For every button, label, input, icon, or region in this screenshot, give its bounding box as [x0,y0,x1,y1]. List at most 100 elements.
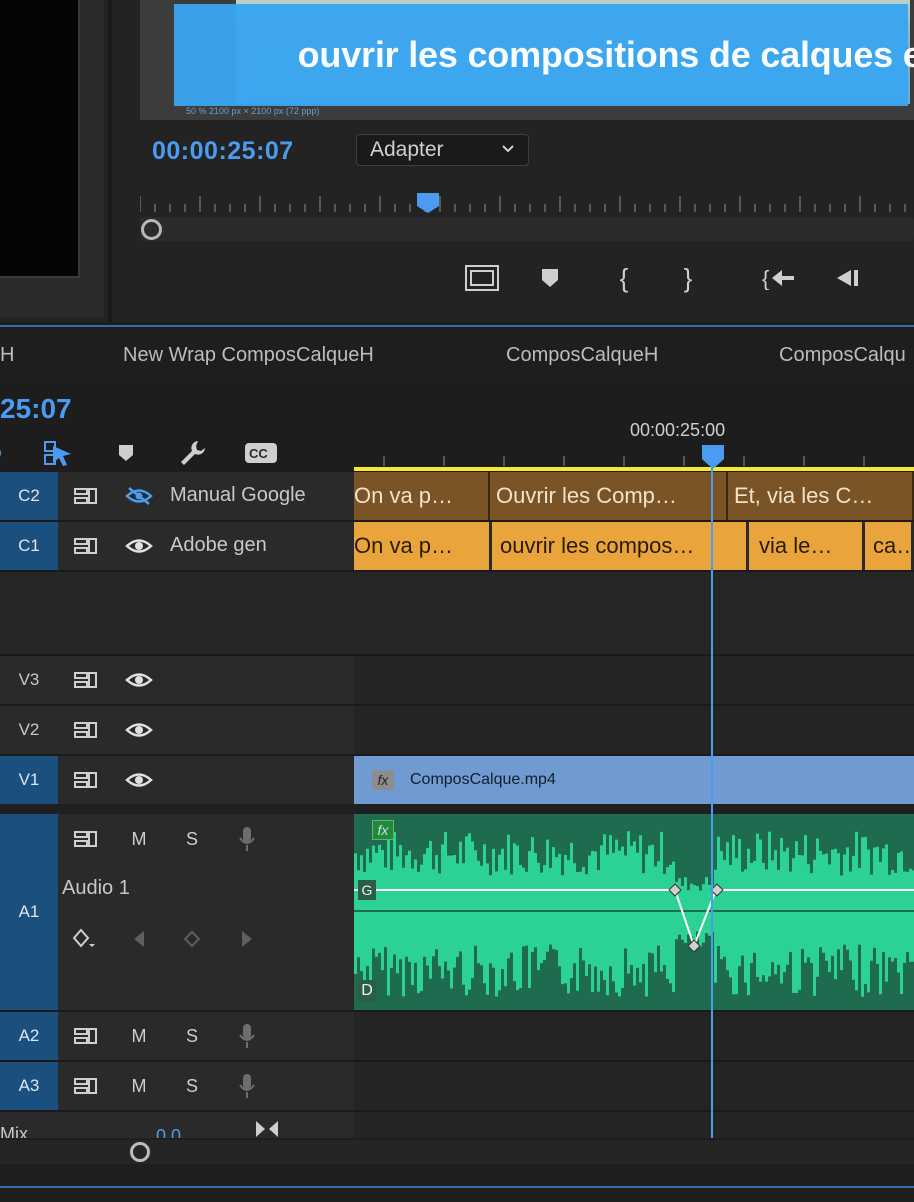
solo-button[interactable]: S [177,824,207,854]
add-keyframe-icon[interactable] [177,924,207,954]
timeline-playhead-line[interactable] [711,452,713,1140]
tab-new-wrap-composcalqueh[interactable]: New Wrap ComposCalqueH [123,344,374,367]
mute-button[interactable]: M [124,1021,154,1051]
linked-selection-button[interactable] [40,436,74,470]
eye-hidden-icon[interactable] [124,481,154,511]
tab-composcalqu[interactable]: ComposCalqu [779,344,906,367]
sync-lock-icon[interactable] [71,531,101,561]
track-lane-a3 [354,1062,914,1110]
monitor-time-ruler[interactable] [140,192,914,216]
mix-track-lane [354,1112,914,1140]
mute-button[interactable]: M [124,1071,154,1101]
caption-clip[interactable]: On va p… [354,522,492,570]
sync-lock-icon[interactable] [71,715,101,745]
program-timecode[interactable]: 00:00:25:07 [152,137,294,166]
timeline-scroll-handle[interactable] [130,1142,150,1162]
sync-lock-icon[interactable] [71,665,101,695]
sync-lock-icon[interactable] [71,481,101,511]
audio-clip[interactable]: fx G D [354,814,914,1010]
zoom-fit-value: Adapter [370,138,444,161]
track-header-a1: M S Audio 1 [58,814,354,1010]
caption-clip[interactable]: Ouvrir les Comp… [490,472,728,520]
monitor-zoom-scrollbar[interactable] [140,217,914,241]
snap-button[interactable] [0,436,18,470]
caption-clip-text: ca… [873,533,914,558]
track-name-a1[interactable]: Audio 1 [62,877,130,900]
sync-lock-icon[interactable] [71,1021,101,1051]
keyframe-options-icon[interactable] [70,924,100,954]
microphone-icon[interactable] [232,1021,262,1051]
eye-icon[interactable] [124,765,154,795]
fx-badge-icon[interactable]: fx [372,820,394,840]
caption-clip[interactable]: Et, via les C… [728,472,914,520]
timeline-timecode[interactable]: 25:07 [0,393,72,425]
caption-clip[interactable]: On va p… [354,472,490,520]
chevron-down-icon [502,145,514,153]
timeline-focus-border [0,325,914,327]
track-lane-c2: On va p… Ouvrir les Comp… Et, via les C… [354,472,914,520]
zoom-fit-dropdown[interactable]: Adapter [356,134,529,166]
caption-clip-text: On va p… [354,483,454,508]
caption-clip[interactable]: via le… [749,522,865,570]
add-timeline-marker-button[interactable] [109,436,143,470]
track-name-c2[interactable]: Manual Google [170,484,306,507]
safe-margins-button[interactable] [461,257,503,299]
microphone-icon[interactable] [232,1071,262,1101]
panel-divider[interactable] [108,0,112,322]
program-monitor: ouvrir les compositions de calques et 50… [0,0,914,322]
mix-collapse-icon[interactable] [252,1114,282,1140]
track-label-a3[interactable]: A3 [0,1062,58,1110]
add-marker-button[interactable] [529,257,571,299]
caption-clip-text: ouvrir les compos… [500,533,695,558]
tab-sequence-1[interactable]: H [0,344,14,367]
snap-icon [0,449,1,457]
go-to-in-button[interactable]: { [758,257,800,299]
caption-clip-text: via le… [759,533,833,558]
monitor-scroll-handle[interactable] [141,219,162,240]
play-button[interactable] [894,257,914,299]
left-channel-label: G [358,880,376,900]
track-label-c1[interactable]: C1 [0,522,58,570]
timeline-time-ruler[interactable] [354,440,914,470]
caption-overlay: ouvrir les compositions de calques et [174,4,914,106]
track-label-v1[interactable]: V1 [0,756,58,804]
work-area-bar[interactable] [354,467,914,471]
track-label-v3[interactable]: V3 [0,656,58,704]
mute-button[interactable]: M [124,824,154,854]
track-lane-v3 [354,656,914,704]
track-name-c1[interactable]: Adobe gen [170,534,267,557]
marker-icon [542,269,558,287]
source-preview-frame [0,0,104,318]
track-label-a2[interactable]: A2 [0,1012,58,1060]
track-label-c2[interactable]: C2 [0,472,58,520]
svg-text:{: { [762,266,769,290]
sync-lock-icon[interactable] [71,824,101,854]
next-keyframe-icon[interactable] [232,924,262,954]
microphone-icon[interactable] [232,824,262,854]
mark-out-button[interactable]: } [667,257,709,299]
eye-icon[interactable] [124,531,154,561]
tab-composcalqueh[interactable]: ComposCalqueH [506,344,658,367]
captions-button[interactable]: CC [244,436,278,470]
mark-in-button[interactable]: { [603,257,645,299]
eye-icon[interactable] [124,715,154,745]
track-lane-c1: On va p… ouvrir les compos… via le… ca… [354,522,914,570]
sync-lock-icon[interactable] [71,1071,101,1101]
step-back-button[interactable] [826,257,868,299]
sync-lock-icon[interactable] [71,765,101,795]
video-clip[interactable]: fx ComposCalque.mp4 [354,756,914,804]
track-lane-a2 [354,1012,914,1060]
caption-clip[interactable]: ca… [865,522,914,570]
solo-button[interactable]: S [177,1071,207,1101]
solo-button[interactable]: S [177,1021,207,1051]
track-label-v2[interactable]: V2 [0,706,58,754]
eye-icon[interactable] [124,665,154,695]
track-label-a1[interactable]: A1 [0,814,58,1010]
go-to-in-icon: { [762,266,794,290]
timeline-playhead[interactable] [701,444,725,470]
wrench-icon [181,441,205,465]
video-clip-name: ComposCalque.mp4 [410,771,556,788]
monitor-playhead[interactable] [416,192,440,214]
timeline-settings-button[interactable] [176,436,210,470]
previous-keyframe-icon[interactable] [124,924,154,954]
